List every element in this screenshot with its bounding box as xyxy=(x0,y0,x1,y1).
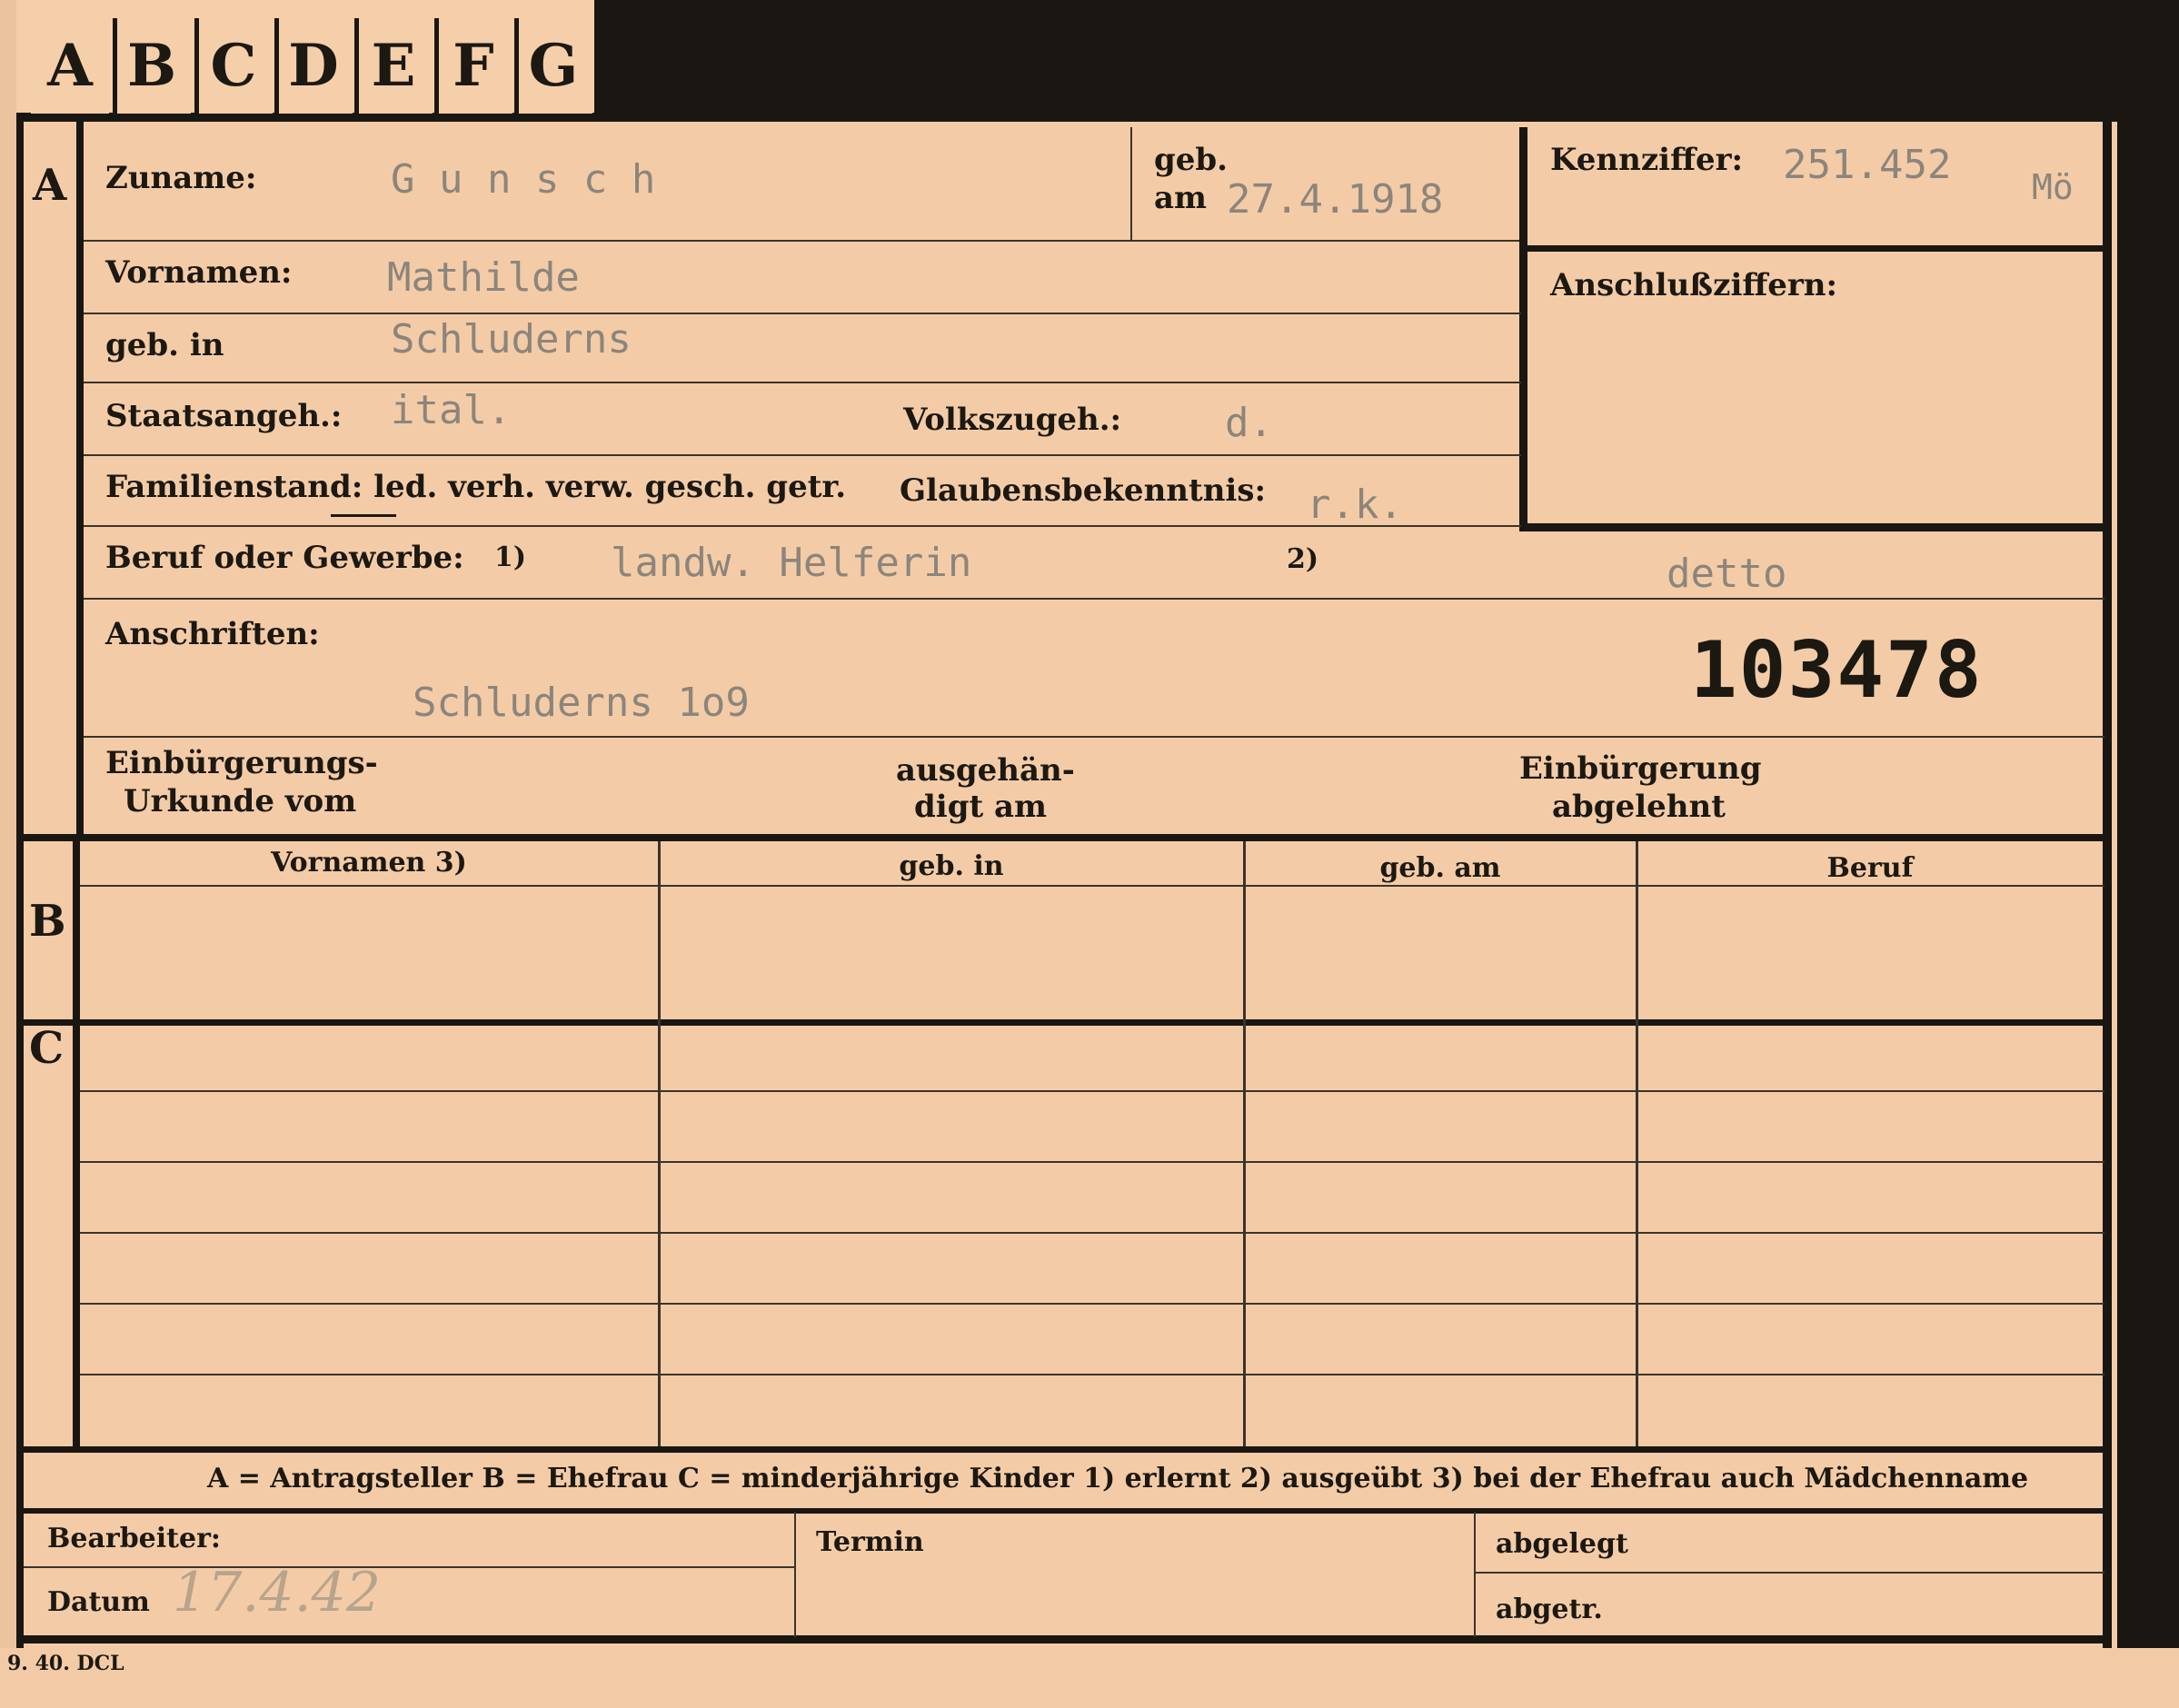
einbuergerung-abgelehnt-label-2: abgelehnt xyxy=(1552,789,1726,825)
datum-value: 17.4.42 xyxy=(173,1561,382,1624)
kennziffer-box-divider xyxy=(1527,245,2108,252)
table-row-line xyxy=(80,1232,2104,1234)
tab-b[interactable]: B xyxy=(113,18,191,114)
geb-in-label: geb. in xyxy=(105,327,224,363)
beruf-ausgeuebt-value: detto xyxy=(1667,551,1787,597)
table-col-line xyxy=(1243,841,1246,1446)
section-column-border xyxy=(73,839,80,1446)
row-line xyxy=(84,736,2104,738)
footer-row-line xyxy=(1476,1572,2104,1574)
datum-label: Datum xyxy=(47,1586,150,1618)
einbuergerung-abgelehnt-label-1: Einbürgerung xyxy=(1519,750,1762,787)
glaubensbekenntnis-label: Glaubensbekenntnis: xyxy=(900,472,1267,509)
abgelegt-label: abgelegt xyxy=(1496,1528,1628,1560)
termin-label: Termin xyxy=(816,1526,924,1558)
section-b-marker: B xyxy=(29,896,66,947)
vornamen-label: Vornamen: xyxy=(105,254,293,291)
kennziffer-label: Kennziffer: xyxy=(1550,142,1744,178)
geb-in-value: Schluderns xyxy=(391,316,632,362)
table-col-line xyxy=(1636,841,1638,1446)
familienstand-label: Familienstand: led. verh. verw. gesch. g… xyxy=(105,469,847,505)
geb-divider xyxy=(1130,127,1132,240)
beruf-erlernt-value: landw. Helferin xyxy=(611,540,972,586)
bearbeiter-label: Bearbeiter: xyxy=(47,1523,221,1554)
card-right-shadow xyxy=(2117,0,2179,1653)
geb-am-value: 27.4.1918 xyxy=(1227,176,1444,223)
tab-g[interactable]: G xyxy=(514,18,592,114)
tab-divider xyxy=(274,18,279,116)
card-bottom-border xyxy=(16,1635,2112,1643)
row-line xyxy=(84,598,2104,600)
section-c-marker: C xyxy=(29,1023,65,1074)
tab-c[interactable]: C xyxy=(194,18,273,114)
footer-col-line xyxy=(794,1512,796,1637)
vornamen-value: Mathilde xyxy=(387,254,580,301)
abgetr-label: abgetr. xyxy=(1496,1594,1603,1625)
row-line xyxy=(84,382,1521,383)
volkszugeh-value: d. xyxy=(1225,400,1273,446)
tab-a[interactable]: A xyxy=(31,18,109,114)
section-a-bottom xyxy=(24,834,2104,841)
am-label: am xyxy=(1154,180,1208,216)
row-line xyxy=(84,240,1521,242)
col-header-beruf: Beruf xyxy=(1826,852,1914,884)
legend-text: A = Antragsteller B = Ehefrau C = minder… xyxy=(207,1463,2029,1494)
familienstand-underline xyxy=(331,514,396,517)
col-header-geb-in: geb. in xyxy=(899,850,1004,882)
tab-divider xyxy=(113,18,117,116)
table-row-line xyxy=(80,1161,2104,1163)
tab-divider xyxy=(434,18,439,116)
kennziffer-box-bottom xyxy=(1519,523,2108,531)
legend-bottom xyxy=(24,1508,2104,1514)
kennziffer-value: 251.452 xyxy=(1783,142,1952,188)
glaubensbekenntnis-value: r.k. xyxy=(1307,482,1403,528)
section-a-marker: A xyxy=(33,160,67,211)
section-c-bottom xyxy=(24,1446,2104,1453)
kennziffer-box-left xyxy=(1519,127,1527,531)
geb-label: geb. xyxy=(1154,142,1229,178)
tab-f[interactable]: F xyxy=(434,18,512,114)
staatsangeh-value: ital. xyxy=(391,387,512,433)
einbuergerungsurkunde-label-2: Urkunde vom xyxy=(124,783,357,819)
table-row-line xyxy=(80,1303,2104,1305)
beruf-label: Beruf oder Gewerbe: xyxy=(105,540,464,576)
tab-e[interactable]: E xyxy=(354,18,433,114)
volkszugeh-label: Volkszugeh.: xyxy=(903,402,1122,438)
table-row-line xyxy=(80,1374,2104,1375)
table-header-line xyxy=(80,885,2104,887)
zuname-label: Zuname: xyxy=(105,160,257,196)
bottom-strip xyxy=(0,1648,2179,1708)
footer-row-line xyxy=(24,1566,794,1568)
anschriften-value: Schluderns 1o9 xyxy=(413,680,750,726)
anschriften-label: Anschriften: xyxy=(105,616,320,652)
section-b-bottom xyxy=(24,1019,2104,1026)
ausgehaendigt-label-2: digt am xyxy=(914,789,1048,825)
einbuergerungsurkunde-label-1: Einbürgerungs- xyxy=(105,745,378,781)
paper-left-edge xyxy=(0,0,16,1708)
section-column-border xyxy=(76,122,84,838)
row-line xyxy=(84,454,1521,456)
table-col-line xyxy=(658,841,661,1446)
outer-left-border xyxy=(16,122,24,1648)
row-line xyxy=(84,313,1521,314)
tab-divider xyxy=(354,18,359,116)
anschlussziffern-label: Anschlußziffern: xyxy=(1550,267,1838,303)
table-row-line xyxy=(80,1090,2104,1092)
kennziffer-suffix: Mö xyxy=(2032,167,2074,207)
row-line xyxy=(84,525,1521,527)
beruf-footnote-2: 2) xyxy=(1287,543,1319,575)
print-code: 9. 40. DCL xyxy=(7,1652,124,1675)
tab-divider xyxy=(194,18,199,116)
beruf-footnote-1: 1) xyxy=(494,541,527,573)
ausgehaendigt-label-1: ausgehän- xyxy=(896,752,1075,789)
tab-divider xyxy=(514,18,519,116)
zuname-value: G u n s c h xyxy=(391,156,656,203)
tab-d[interactable]: D xyxy=(274,18,353,114)
tab-divider xyxy=(594,0,600,118)
col-header-geb-am: geb. am xyxy=(1379,852,1501,884)
col-header-vornamen: Vornamen 3) xyxy=(271,847,467,879)
staatsangeh-label: Staatsangeh.: xyxy=(105,398,343,434)
stamp-number: 103478 xyxy=(1690,625,1984,716)
footer-col-line xyxy=(1474,1512,1476,1637)
